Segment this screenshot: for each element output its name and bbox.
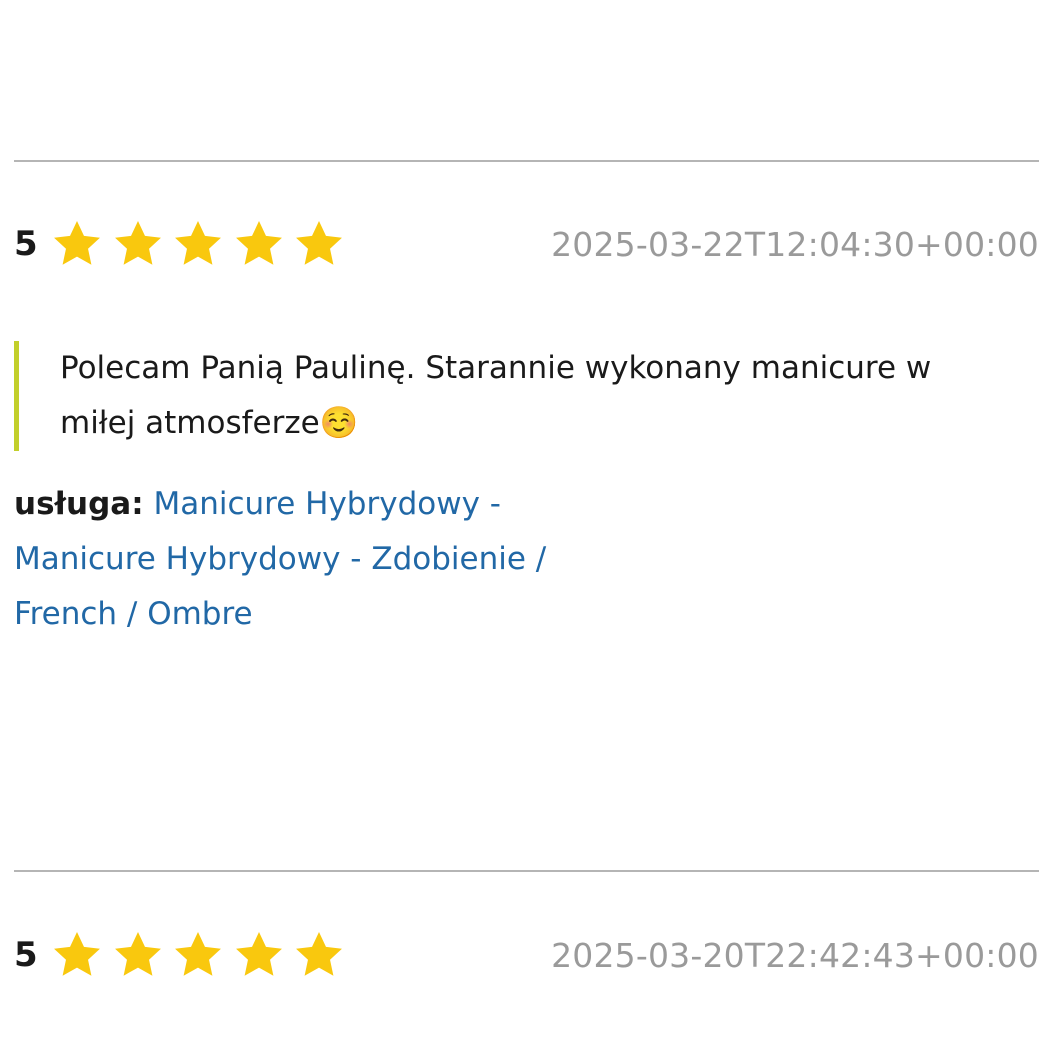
review-header: 5 2025-03-20T22:42:43+00:00 xyxy=(14,925,1039,985)
star-icon xyxy=(175,221,221,265)
review-header: 5 2025-03-22T12:04:30+00:00 xyxy=(14,214,1039,274)
review-divider xyxy=(14,160,1039,162)
star-icon xyxy=(235,932,282,976)
star-rating xyxy=(50,928,353,982)
review-date: 2025-03-20T22:42:43+00:00 xyxy=(551,935,1039,975)
star-icon xyxy=(54,932,100,976)
star-icon xyxy=(235,221,282,265)
star-icon xyxy=(296,221,342,265)
review-date: 2025-03-22T12:04:30+00:00 xyxy=(551,224,1039,264)
star-icon xyxy=(114,221,161,265)
rating-value: 5 xyxy=(14,935,38,975)
rating-value: 5 xyxy=(14,224,38,264)
star-icon xyxy=(296,932,342,976)
service-label: usługa: xyxy=(14,486,144,522)
star-rating xyxy=(50,217,353,271)
review-service: usługa: Manicure Hybrydowy - Manicure Hy… xyxy=(14,477,614,642)
rating: 5 xyxy=(14,928,353,982)
rating: 5 xyxy=(14,217,353,271)
star-icon xyxy=(54,221,100,265)
star-icon xyxy=(175,932,221,976)
review-text: Polecam Panią Paulinę. Starannie wykonan… xyxy=(14,341,1014,451)
star-icon xyxy=(114,932,161,976)
review-divider xyxy=(14,870,1039,872)
